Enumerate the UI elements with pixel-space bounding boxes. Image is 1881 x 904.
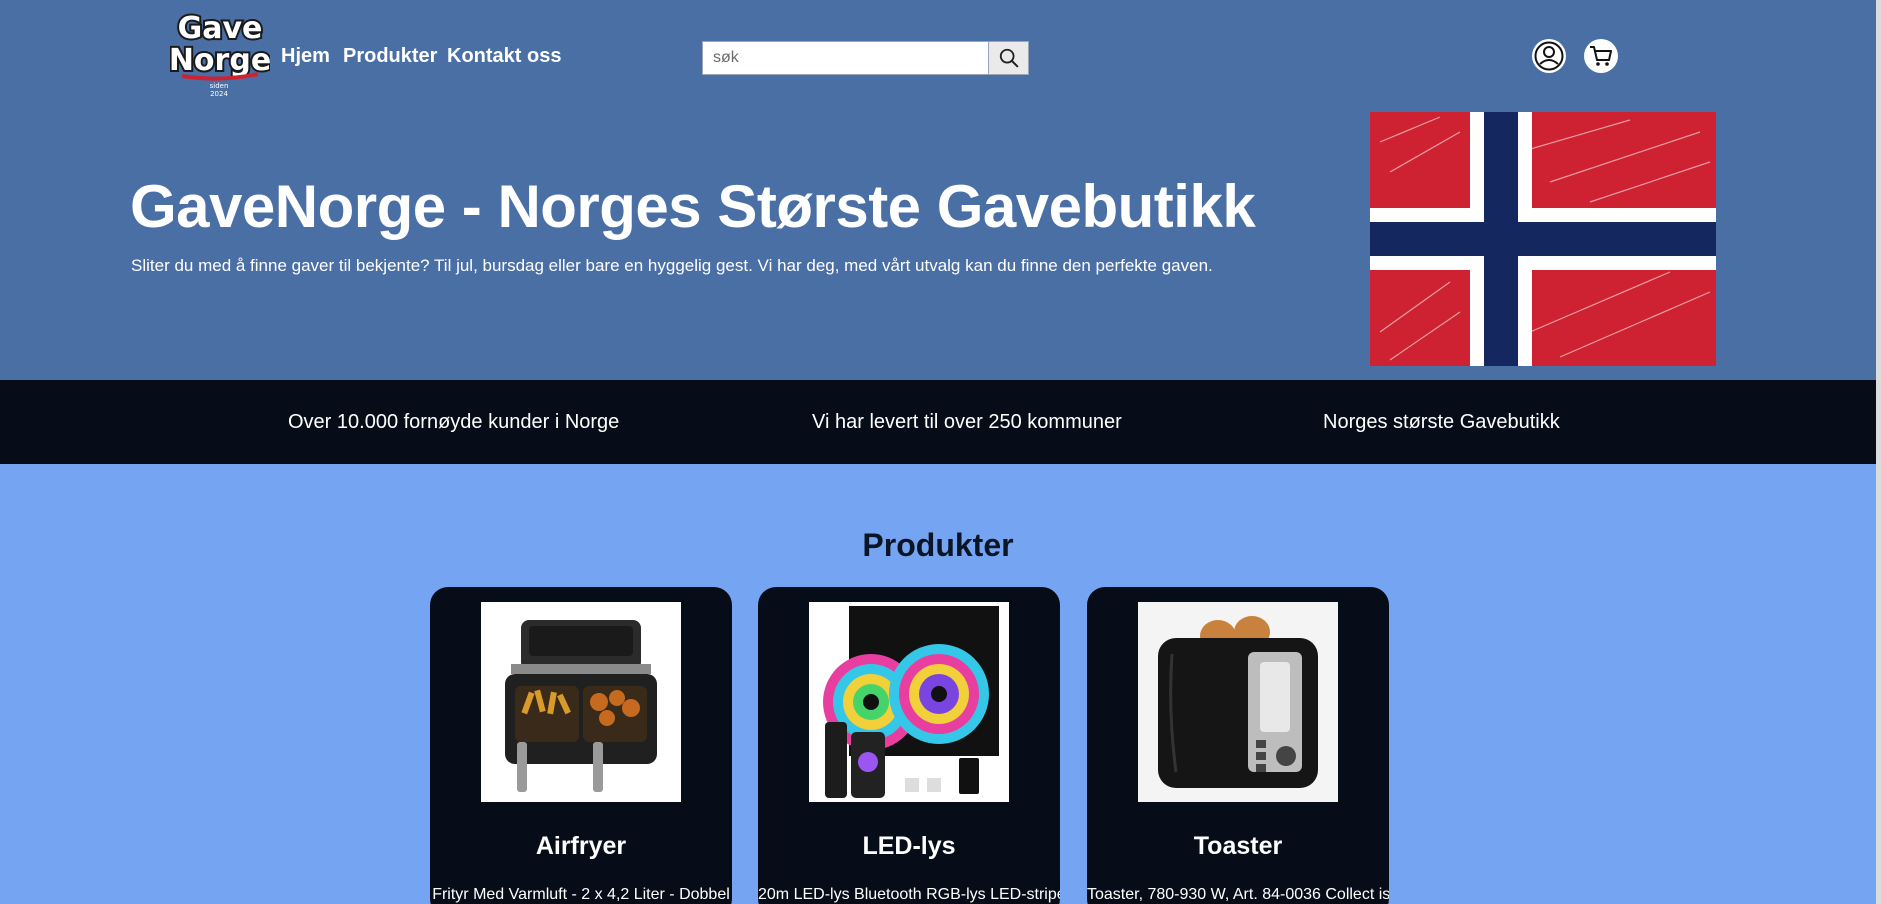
product-description: Frityr Med Varmluft - 2 x 4,2 Liter - Do…	[432, 886, 730, 903]
hero-section: Gave Norge siden 2024 Hjem Produkter Kon…	[0, 0, 1876, 380]
search-input[interactable]	[702, 41, 989, 75]
product-description: Toaster, 780-930 W, Art. 84-0036 Collect…	[1087, 886, 1389, 903]
logo[interactable]: Gave Norge siden 2024	[170, 8, 270, 100]
stat-municipalities: Vi har levert til over 250 kommuner	[812, 411, 1122, 433]
search-icon	[999, 48, 1018, 68]
logo-since-year: 2024	[210, 90, 228, 98]
cart-button[interactable]	[1584, 39, 1618, 73]
product-name: Airfryer	[535, 832, 627, 860]
toaster-image[interactable]	[1138, 602, 1338, 802]
cart-icon	[1590, 46, 1612, 66]
products-heading: Produkter	[862, 527, 1014, 563]
stat-largest: Norges største Gavebutikk	[1323, 411, 1560, 433]
search-bar	[702, 41, 1029, 75]
norway-flag-image	[1370, 112, 1716, 366]
search-button[interactable]	[989, 41, 1029, 75]
product-card-led[interactable]: LED-lys 20m LED-lys Bluetooth RGB-lys LE…	[758, 587, 1060, 904]
airfryer-image[interactable]	[481, 602, 681, 802]
nav-link-contact[interactable]: Kontakt oss	[447, 45, 561, 68]
led-strip-image[interactable]	[809, 602, 1009, 802]
product-card-toaster[interactable]: Toaster Toaster, 780-930 W, Art. 84-0036…	[1087, 587, 1389, 904]
logo-line1: Gave	[178, 11, 263, 46]
nav-link-products[interactable]: Produkter	[343, 45, 437, 68]
hero-text: Sliter du med å finne gaver til bekjente…	[131, 256, 1213, 275]
product-name: Toaster	[1193, 832, 1283, 860]
product-card-airfryer[interactable]: Airfryer Frityr Med Varmluft - 2 x 4,2 L…	[430, 587, 732, 904]
product-name: LED-lys	[862, 832, 956, 860]
scrollbar[interactable]	[1876, 0, 1881, 904]
hero-title: GaveNorge - Norges Største Gavebutikk	[130, 173, 1256, 240]
stat-customers: Over 10.000 fornøyde kunder i Norge	[288, 411, 620, 433]
logo-since-label: siden	[210, 82, 229, 90]
nav-link-home[interactable]: Hjem	[281, 45, 330, 68]
account-button[interactable]	[1532, 39, 1566, 73]
product-description: 20m LED-lys Bluetooth RGB-lys LED-stripe…	[758, 886, 1060, 903]
user-icon	[1534, 41, 1564, 71]
